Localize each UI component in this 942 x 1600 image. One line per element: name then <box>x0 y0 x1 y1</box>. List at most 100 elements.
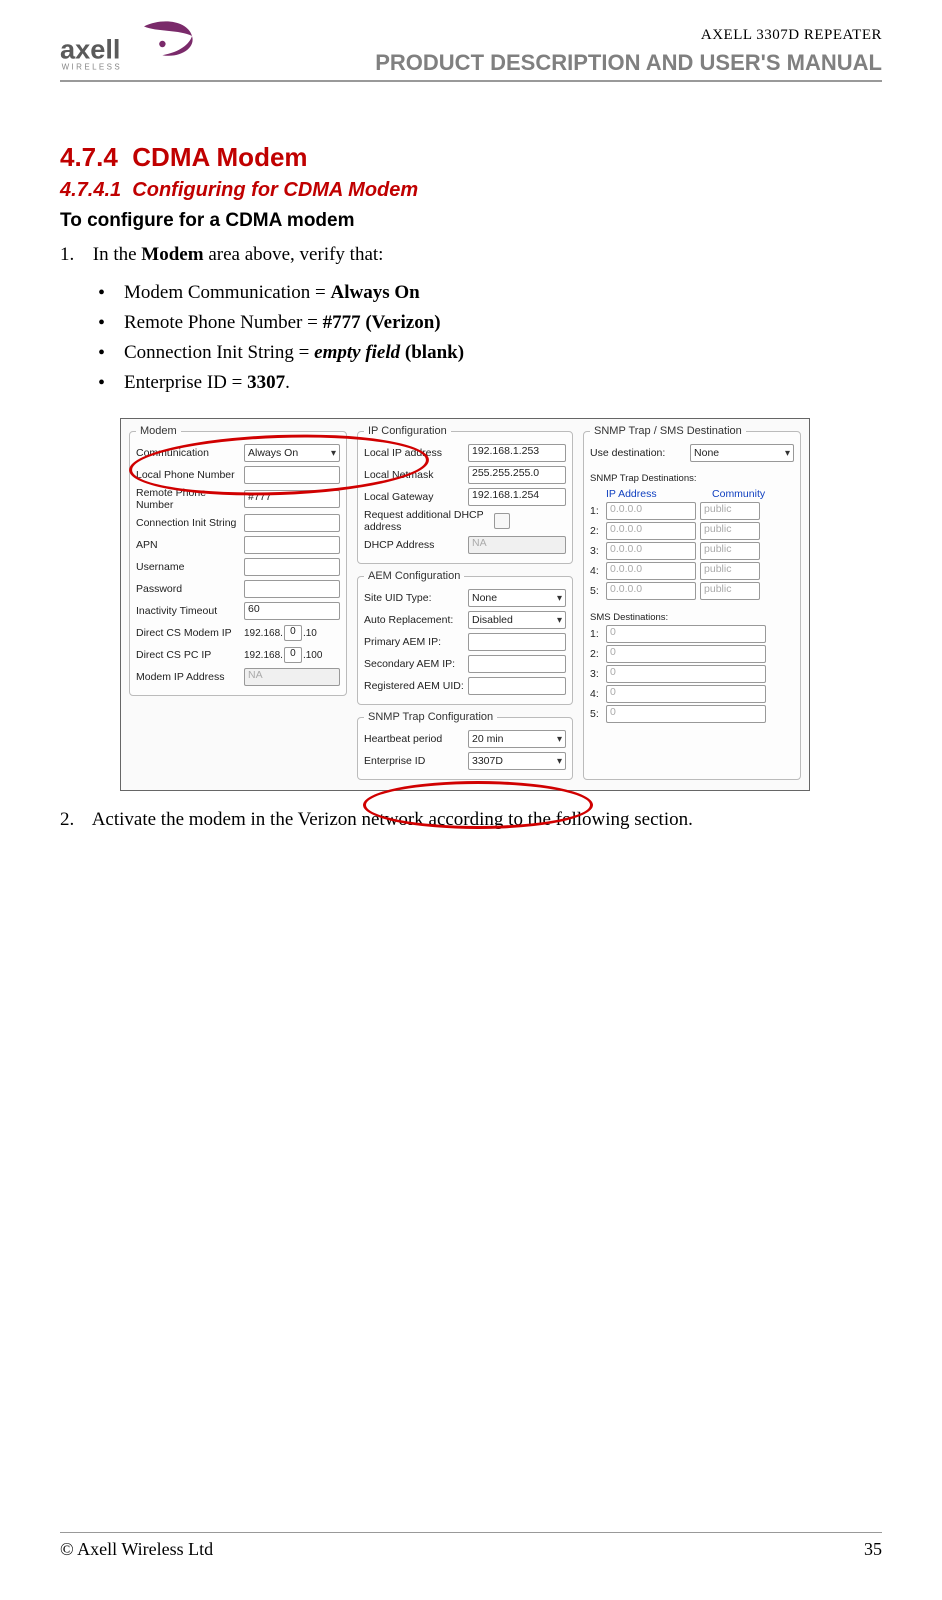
trap-row: 4:0.0.0.0public <box>590 562 794 580</box>
sms-input[interactable]: 0 <box>606 625 766 643</box>
registered-aem-label: Registered AEM UID: <box>364 680 468 692</box>
netmask-label: Local Netmask <box>364 469 468 481</box>
heartbeat-select[interactable]: 20 min <box>468 730 566 748</box>
ip-config-group: IP Configuration Local IP address192.168… <box>357 425 573 564</box>
enterprise-id-label: Enterprise ID <box>364 755 468 767</box>
cs-modem-ip-input[interactable]: 192.168.0.10 <box>244 625 317 641</box>
sms-input[interactable]: 0 <box>606 685 766 703</box>
modem-ip-input: NA <box>244 668 340 686</box>
password-label: Password <box>136 583 244 595</box>
sms-row: 5:0 <box>590 705 794 723</box>
bullet-enterprise-id: Enterprise ID = 3307. <box>94 372 882 394</box>
sms-destinations-label: SMS Destinations: <box>590 612 794 623</box>
bullet-conn-init: Connection Init String = empty field (bl… <box>94 342 882 364</box>
conn-init-input[interactable] <box>244 514 340 532</box>
page-footer: © Axell Wireless Ltd 35 <box>60 1532 882 1560</box>
primary-aem-input[interactable] <box>468 633 566 651</box>
svg-text:axell: axell <box>60 33 120 64</box>
snmp-destination-group: SNMP Trap / SMS Destination Use destinat… <box>583 425 801 780</box>
site-uid-label: Site UID Type: <box>364 592 468 604</box>
trap-row: 2:0.0.0.0public <box>590 522 794 540</box>
dhcp-address-input: NA <box>468 536 566 554</box>
trap-ip-input[interactable]: 0.0.0.0 <box>606 502 696 520</box>
trap-community-input[interactable]: public <box>700 542 760 560</box>
sms-row: 4:0 <box>590 685 794 703</box>
trap-row: 1:0.0.0.0public <box>590 502 794 520</box>
dhcp-address-label: DHCP Address <box>364 539 468 551</box>
trap-row: 5:0.0.0.0public <box>590 582 794 600</box>
netmask-input[interactable]: 255.255.255.0 <box>468 466 566 484</box>
modem-legend: Modem <box>136 425 181 437</box>
logo: axell WIRELESS <box>60 20 220 76</box>
bullet-modem-comm: Modem Communication = Always On <box>94 282 882 304</box>
page-header: axell WIRELESS AXELL 3307D REPEATER PROD… <box>60 20 882 82</box>
use-destination-label: Use destination: <box>590 447 690 459</box>
trap-row: 3:0.0.0.0public <box>590 542 794 560</box>
gateway-label: Local Gateway <box>364 491 468 503</box>
enterprise-id-select[interactable]: 3307D <box>468 752 566 770</box>
apn-input[interactable] <box>244 536 340 554</box>
cs-modem-ip-label: Direct CS Modem IP <box>136 627 244 639</box>
step-1-bullets: Modem Communication = Always On Remote P… <box>94 274 882 402</box>
gateway-input[interactable]: 192.168.1.254 <box>468 488 566 506</box>
trap-ip-input[interactable]: 0.0.0.0 <box>606 582 696 600</box>
snmp-trap-config-legend: SNMP Trap Configuration <box>364 711 497 723</box>
trap-ip-input[interactable]: 0.0.0.0 <box>606 542 696 560</box>
sms-input[interactable]: 0 <box>606 705 766 723</box>
trap-community-input[interactable]: public <box>700 522 760 540</box>
page-number: 35 <box>864 1539 882 1560</box>
heading-4-7-4-1: 4.7.4.1 Configuring for CDMA Modem <box>60 179 882 202</box>
product-name: AXELL 3307D REPEATER <box>375 27 882 44</box>
registered-aem-input[interactable] <box>468 677 566 695</box>
remote-phone-input[interactable]: #777 <box>244 490 340 508</box>
manual-title: PRODUCT DESCRIPTION AND USER'S MANUAL <box>375 50 882 76</box>
username-label: Username <box>136 561 244 573</box>
trap-community-input[interactable]: public <box>700 582 760 600</box>
configuration-screenshot: Modem CommunicationAlways On Local Phone… <box>120 418 810 791</box>
procedure-title: To configure for a CDMA modem <box>60 210 882 232</box>
sms-row: 1:0 <box>590 625 794 643</box>
trap-ip-input[interactable]: 0.0.0.0 <box>606 562 696 580</box>
communication-label: Communication <box>136 447 244 459</box>
secondary-aem-label: Secondary AEM IP: <box>364 658 468 670</box>
heading-4-7-4: 4.7.4 CDMA Modem <box>60 142 882 173</box>
password-input[interactable] <box>244 580 340 598</box>
snmp-trap-config-group: SNMP Trap Configuration Heartbeat period… <box>357 711 573 780</box>
sms-row: 2:0 <box>590 645 794 663</box>
modem-group: Modem CommunicationAlways On Local Phone… <box>129 425 347 696</box>
local-phone-input[interactable] <box>244 466 340 484</box>
step-1: 1. In the Modem area above, verify that: <box>60 244 882 266</box>
trap-table-header: IP Address Community <box>606 488 794 500</box>
apn-label: APN <box>136 539 244 551</box>
trap-ip-input[interactable]: 0.0.0.0 <box>606 522 696 540</box>
sms-input[interactable]: 0 <box>606 665 766 683</box>
local-phone-label: Local Phone Number <box>136 469 244 481</box>
communication-select[interactable]: Always On <box>244 444 340 462</box>
cs-pc-ip-label: Direct CS PC IP <box>136 649 244 661</box>
sms-input[interactable]: 0 <box>606 645 766 663</box>
auto-replacement-label: Auto Replacement: <box>364 614 468 626</box>
use-destination-select[interactable]: None <box>690 444 794 462</box>
inactivity-input[interactable]: 60 <box>244 602 340 620</box>
local-ip-input[interactable]: 192.168.1.253 <box>468 444 566 462</box>
dhcp-request-checkbox[interactable] <box>494 513 510 529</box>
secondary-aem-input[interactable] <box>468 655 566 673</box>
primary-aem-label: Primary AEM IP: <box>364 636 468 648</box>
username-input[interactable] <box>244 558 340 576</box>
trap-community-input[interactable]: public <box>700 502 760 520</box>
conn-init-label: Connection Init String <box>136 517 244 529</box>
cs-pc-ip-input[interactable]: 192.168.0.100 <box>244 647 322 663</box>
dhcp-request-label: Request additional DHCP address <box>364 509 494 533</box>
inactivity-label: Inactivity Timeout <box>136 605 244 617</box>
trap-community-input[interactable]: public <box>700 562 760 580</box>
ip-config-legend: IP Configuration <box>364 425 451 437</box>
bullet-remote-phone: Remote Phone Number = #777 (Verizon) <box>94 312 882 334</box>
copyright: © Axell Wireless Ltd <box>60 1539 213 1560</box>
snmp-destination-legend: SNMP Trap / SMS Destination <box>590 425 746 437</box>
site-uid-select[interactable]: None <box>468 589 566 607</box>
trap-destinations-label: SNMP Trap Destinations: <box>590 473 794 484</box>
aem-config-legend: AEM Configuration <box>364 570 464 582</box>
svg-text:WIRELESS: WIRELESS <box>62 63 123 72</box>
auto-replacement-select[interactable]: Disabled <box>468 611 566 629</box>
axell-logo-icon: axell WIRELESS <box>60 20 220 76</box>
